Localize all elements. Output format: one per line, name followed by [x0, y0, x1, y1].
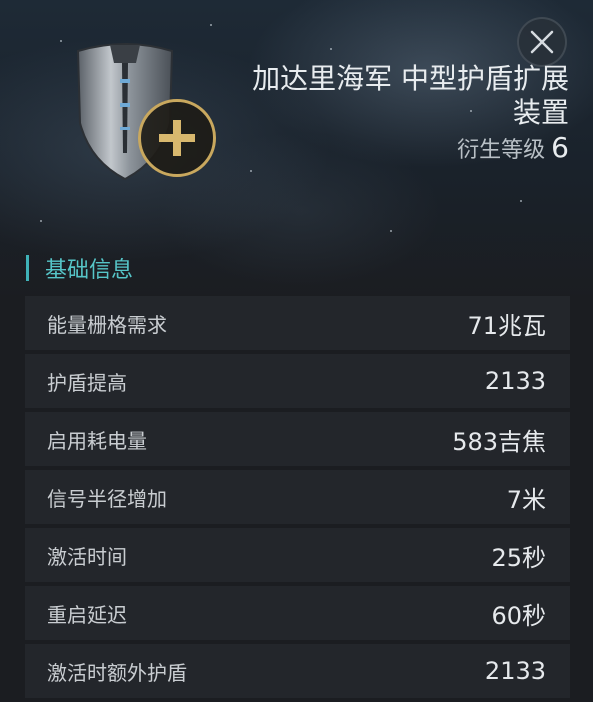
attribute-value: 60秒 [491, 601, 546, 630]
item-title: 加达里海军 中型护盾扩展装置 [252, 62, 569, 129]
attribute-value: 7米 [506, 485, 546, 514]
attribute-row: 信号半径增加 7米 [25, 470, 570, 524]
meta-level: 衍生等级 6 [457, 131, 569, 164]
attribute-value: 583吉焦 [452, 427, 546, 456]
attribute-value: 25秒 [491, 543, 546, 572]
attribute-row: 激活时额外护盾 2133 [25, 644, 570, 698]
attribute-value: 71兆瓦 [467, 311, 546, 340]
attribute-label: 护盾提高 [47, 370, 127, 395]
attribute-value: 2133 [484, 657, 546, 685]
attribute-row: 护盾提高 2133 [25, 354, 570, 408]
section-header: 基础信息 [26, 252, 133, 284]
section-title: 基础信息 [45, 258, 134, 283]
attribute-label: 激活时额外护盾 [47, 660, 187, 685]
attribute-row: 启用耗电量 583吉焦 [25, 412, 570, 466]
plus-icon [159, 120, 195, 156]
attribute-label: 激活时间 [47, 544, 127, 569]
attribute-label: 重启延迟 [47, 602, 127, 627]
close-icon [530, 30, 554, 54]
attribute-row: 激活时间 25秒 [25, 528, 570, 582]
plus-badge [138, 99, 216, 177]
attribute-row: 重启延迟 60秒 [25, 586, 570, 640]
attribute-row: 能量栅格需求 71兆瓦 [25, 296, 570, 350]
meta-level-value: 6 [551, 131, 569, 164]
close-button[interactable] [517, 17, 567, 67]
attribute-list: 能量栅格需求 71兆瓦 护盾提高 2133 启用耗电量 583吉焦 信号半径增加… [25, 296, 570, 702]
item-icon [70, 33, 220, 183]
attribute-label: 启用耗电量 [47, 428, 147, 453]
meta-level-label: 衍生等级 [457, 138, 546, 163]
section-accent-bar [26, 255, 29, 281]
attribute-label: 能量栅格需求 [47, 312, 167, 337]
attribute-value: 2133 [484, 367, 546, 395]
attribute-label: 信号半径增加 [47, 486, 167, 511]
